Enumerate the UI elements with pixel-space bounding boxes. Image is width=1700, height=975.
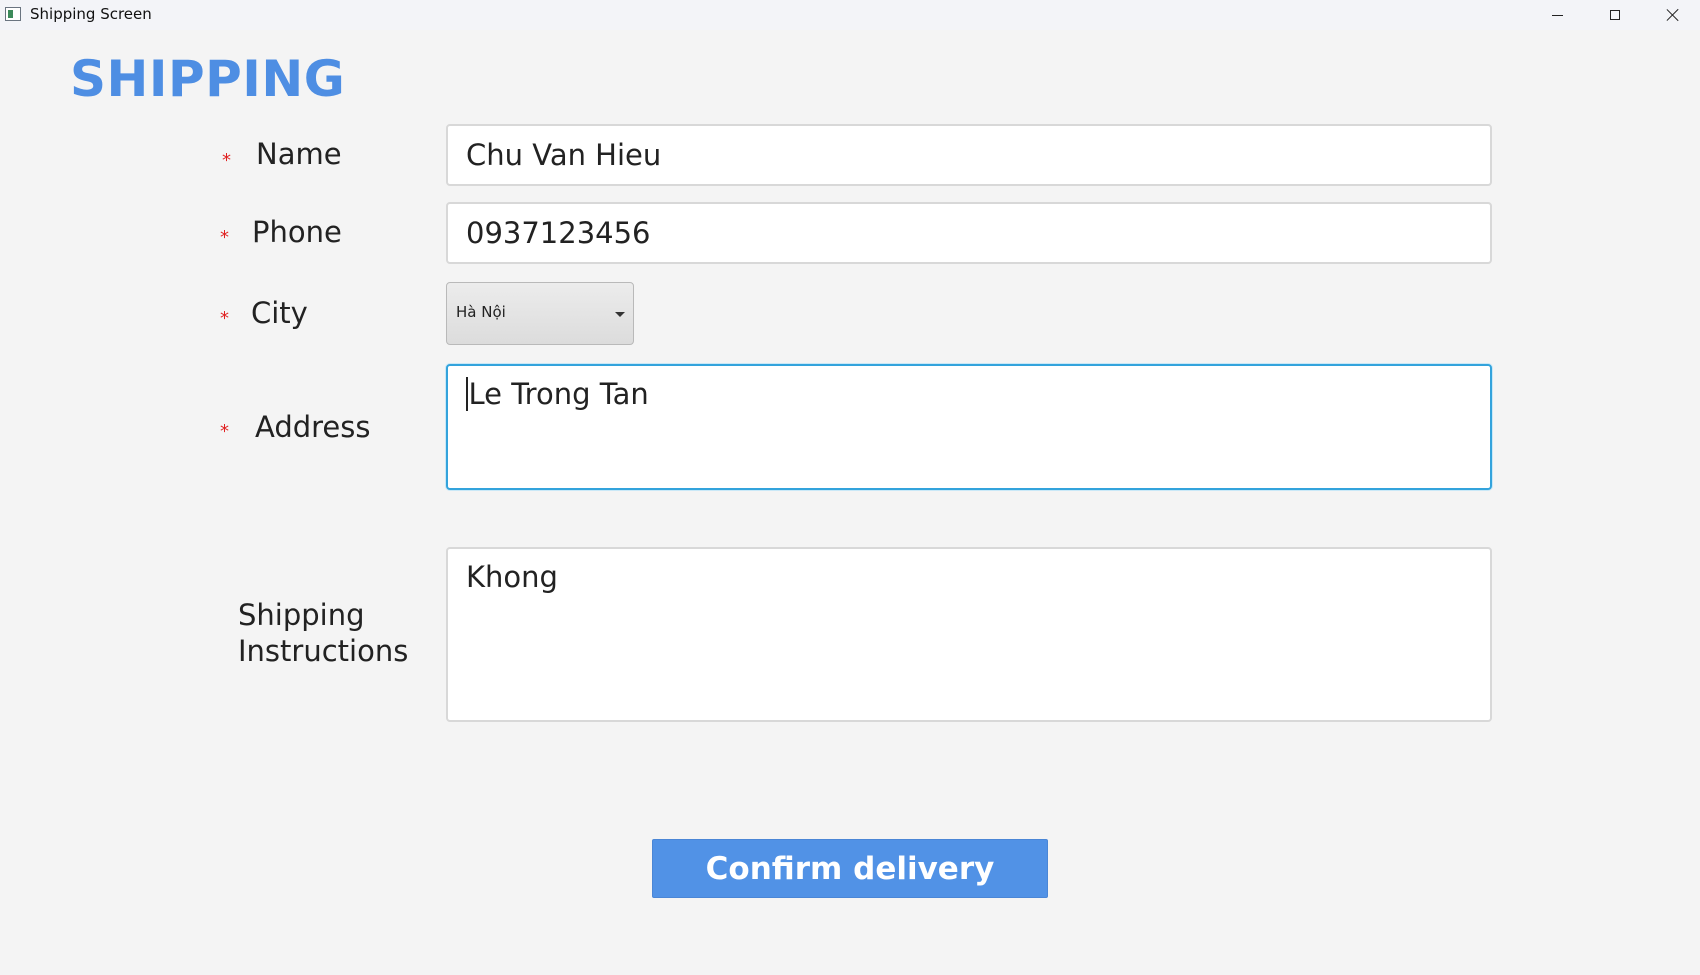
text-caret (466, 377, 468, 411)
page-title: SHIPPING (70, 50, 346, 108)
minimize-button[interactable] (1528, 0, 1586, 30)
confirm-delivery-label: Confirm delivery (705, 850, 995, 887)
city-required-mark: * (220, 308, 229, 329)
close-button[interactable] (1644, 0, 1700, 30)
phone-label: Phone (252, 215, 342, 249)
name-field[interactable]: Chu Van Hieu (446, 124, 1492, 186)
address-field[interactable]: Le Trong Tan (446, 364, 1492, 490)
phone-required-mark: * (220, 227, 229, 248)
city-label: City (251, 296, 308, 330)
chevron-down-icon (615, 312, 625, 317)
shipping-window: Shipping Screen SHIPPING * Name Chu Van … (0, 0, 1700, 975)
name-required-mark: * (222, 150, 231, 171)
phone-field[interactable]: 0937123456 (446, 202, 1492, 264)
instructions-field[interactable]: Khong (446, 547, 1492, 722)
city-select[interactable]: Hà Nội (446, 282, 634, 345)
confirm-delivery-button[interactable]: Confirm delivery (652, 839, 1048, 898)
maximize-icon (1610, 10, 1620, 20)
maximize-button[interactable] (1586, 0, 1644, 30)
app-window-icon (5, 7, 21, 21)
instructions-label-line1: Shipping (238, 598, 365, 632)
address-field-value: Le Trong Tan (468, 377, 649, 411)
address-label: Address (255, 410, 371, 444)
title-bar: Shipping Screen (0, 0, 1700, 30)
name-label: Name (256, 137, 342, 171)
city-select-value: Hà Nội (456, 303, 506, 321)
minimize-icon (1551, 14, 1563, 16)
name-field-value: Chu Van Hieu (466, 138, 662, 172)
address-required-mark: * (220, 421, 229, 442)
instructions-label-line2: Instructions (238, 634, 409, 668)
close-icon (1666, 8, 1680, 22)
window-title: Shipping Screen (30, 5, 152, 23)
phone-field-value: 0937123456 (466, 216, 651, 250)
instructions-field-value: Khong (466, 560, 558, 594)
